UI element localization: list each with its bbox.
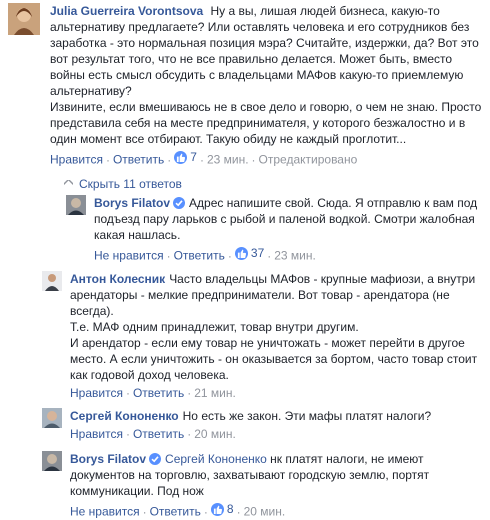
like-count: 7 <box>190 150 197 164</box>
avatar-image <box>66 195 86 215</box>
avatar[interactable] <box>8 3 40 35</box>
verified-badge-icon <box>149 453 162 465</box>
comment-author[interactable]: Антон Колесник <box>70 272 165 286</box>
hide-replies-label: Скрыть 11 ответов <box>79 177 182 191</box>
like-link[interactable]: Нравится <box>50 153 103 167</box>
comment-time[interactable]: 21 мин. <box>194 386 236 400</box>
comment-actions: Нравится · Ответить · 7 · 23 мин. · Отредактиров… <box>50 149 358 167</box>
reply-link[interactable]: Ответить <box>113 153 164 167</box>
reply-anton: Антон Колесник Часто владельцы МАФов - кр… <box>42 271 486 401</box>
avatar-image <box>42 408 62 428</box>
comment-author[interactable]: Borys Filatov <box>94 196 170 210</box>
mention-link[interactable]: Сергей Кононенко <box>165 452 267 466</box>
comment-time[interactable]: 23 мин. <box>207 153 249 167</box>
comment-text: Антон Колесник Часто владельцы МАФов - кр… <box>70 271 486 319</box>
comment-author[interactable]: Сергей Кононенко <box>70 409 179 423</box>
comment-text: Borys Filatov Сергей Кононенко нк платят … <box>70 451 486 499</box>
thumbs-up-icon <box>210 502 224 516</box>
reply-sergey: Сергей Кононенко Но есть же закон. Эти ма… <box>42 408 486 442</box>
thumbs-up-icon <box>234 246 248 260</box>
comment-time[interactable]: 23 мин. <box>274 249 316 263</box>
hide-replies-button[interactable]: Скрыть 11 ответов <box>64 176 182 192</box>
avatar[interactable] <box>66 195 86 215</box>
like-counter[interactable]: 37 <box>234 245 265 261</box>
comment-thread: Julia Guerreira Vorontsova Ну а вы, лиша… <box>0 0 490 520</box>
comment-text: Сергей Кононенко Но есть же закон. Эти ма… <box>70 408 486 424</box>
avatar[interactable] <box>42 408 62 428</box>
like-link[interactable]: Нравится <box>70 386 123 400</box>
comment-text: Julia Guerreira Vorontsova Ну а вы, лиша… <box>50 3 482 99</box>
avatar[interactable] <box>42 271 62 291</box>
comment-author[interactable]: Julia Guerreira Vorontsova <box>50 4 203 18</box>
like-counter[interactable]: 7 <box>174 149 197 165</box>
comment-body-1: Ну а вы, лишая людей бизнеса, какую-то а… <box>50 4 479 98</box>
reply-link[interactable]: Ответить <box>174 249 225 263</box>
verified-badge-icon <box>173 197 186 209</box>
reply-link[interactable]: Ответить <box>150 505 201 519</box>
like-counter[interactable]: 8 <box>210 501 234 517</box>
comment-body-2: Т.е. МАФ одним принадлежит, товар внутри… <box>70 320 359 334</box>
like-count: 37 <box>250 246 265 260</box>
comment-time[interactable]: 20 мин. <box>244 505 286 519</box>
collapse-arrow-icon <box>64 179 73 185</box>
like-link[interactable]: Не нравится <box>70 505 140 519</box>
avatar-image <box>42 271 62 291</box>
avatar-image <box>8 3 40 35</box>
comment-body-3: И арендатор - если ему товар не уничтожа… <box>70 336 478 382</box>
reply-link[interactable]: Ответить <box>133 427 184 441</box>
comment-actions: Нравится · Ответить · 20 мин. <box>70 427 236 441</box>
comment-body: Но есть же закон. Эти мафы платят налоги… <box>182 409 432 423</box>
avatar[interactable] <box>42 451 62 471</box>
thumbs-up-icon <box>174 150 188 164</box>
like-link[interactable]: Не нравится <box>94 249 164 263</box>
like-count: 8 <box>226 502 234 516</box>
comment-time[interactable]: 20 мин. <box>194 427 236 441</box>
comment-actions: Нравится · Ответить · 21 мин. <box>70 386 236 400</box>
comment-main: Julia Guerreira Vorontsova Ну а вы, лиша… <box>8 3 482 168</box>
edited-label[interactable]: Отредактировано <box>259 153 358 167</box>
comment-author[interactable]: Borys Filatov <box>70 452 146 466</box>
like-link[interactable]: Нравится <box>70 427 123 441</box>
reply-link[interactable]: Ответить <box>133 386 184 400</box>
comment-body-2: Извините, если вмешиваюсь не в свое дело… <box>50 100 482 146</box>
comment-text: Borys Filatov Адрес напишите свой. Сюда. … <box>94 195 486 243</box>
reply-borys-1: Borys Filatov Адрес напишите свой. Сюда. … <box>66 195 486 264</box>
avatar-image <box>42 451 62 471</box>
reply-borys-2: Borys Filatov Сергей Кононенко нк платят … <box>42 451 486 520</box>
comment-actions: Не нравится · Ответить · 37 · 23 мин. <box>94 245 316 263</box>
